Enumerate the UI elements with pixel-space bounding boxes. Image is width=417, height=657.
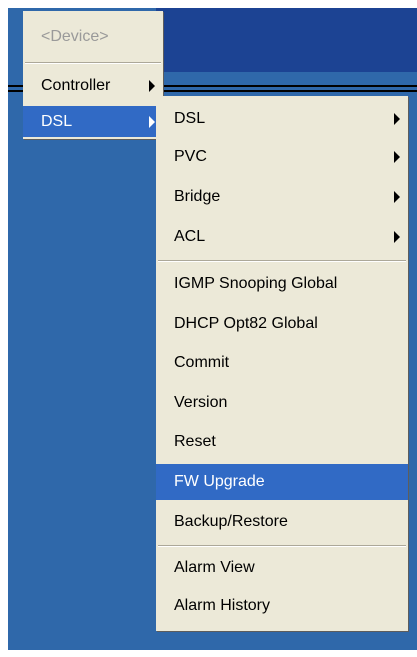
dsl-submenu-item-commit[interactable]: Commit xyxy=(156,345,408,381)
dsl-submenu-item-version[interactable]: Version xyxy=(156,385,408,421)
submenu-arrow-icon xyxy=(394,191,400,203)
menu-separator xyxy=(158,260,406,262)
dsl-submenu-item-dsl[interactable]: DSL xyxy=(156,101,408,137)
menu-item-label: <Device> xyxy=(41,28,109,45)
controller-menu-item[interactable]: Controller xyxy=(23,68,163,104)
menu-item-label: DSL xyxy=(41,112,73,130)
submenu-arrow-icon xyxy=(394,113,400,125)
submenu-arrow-icon xyxy=(149,80,155,92)
menu-item-label: Alarm View xyxy=(174,559,255,576)
dsl-submenu: DSL PVC Bridge ACL IGMP Snooping Global … xyxy=(156,96,408,631)
menu-item-label: IGMP Snooping Global xyxy=(174,275,338,292)
menu-item-label: Reset xyxy=(174,433,216,450)
submenu-arrow-icon xyxy=(149,115,155,128)
dsl-submenu-item-reset[interactable]: Reset xyxy=(156,424,408,460)
device-menu: <Device> Controller DSL xyxy=(23,11,163,139)
dsl-submenu-item-pvc[interactable]: PVC xyxy=(156,139,408,175)
menu-item-label: PVC xyxy=(174,148,207,165)
submenu-arrow-icon xyxy=(394,231,400,243)
menu-item-label: Commit xyxy=(174,354,230,371)
header-bar xyxy=(156,8,417,72)
screen: <Device> Controller DSL DSL PVC Bridge A… xyxy=(0,0,417,657)
dsl-submenu-item-fw-upgrade[interactable]: FW Upgrade xyxy=(156,464,408,500)
dsl-submenu-item-dhcp-opt82-global[interactable]: DHCP Opt82 Global xyxy=(156,306,408,342)
menu-separator xyxy=(158,545,406,547)
dsl-submenu-item-alarm-view[interactable]: Alarm View xyxy=(156,550,408,586)
menu-item-label: Alarm History xyxy=(174,597,271,614)
submenu-arrow-icon xyxy=(394,151,400,163)
dsl-submenu-item-bridge[interactable]: Bridge xyxy=(156,179,408,215)
dsl-submenu-item-alarm-history[interactable]: Alarm History xyxy=(156,588,408,624)
menu-item-label: ACL xyxy=(174,228,206,245)
menu-item-label: DSL xyxy=(174,110,206,127)
device-menu-item: <Device> xyxy=(23,17,163,57)
menu-item-label: DHCP Opt82 Global xyxy=(174,315,318,332)
menu-item-label: Version xyxy=(174,394,228,411)
menu-item-label: Bridge xyxy=(174,188,221,205)
dsl-submenu-item-igmp-snooping-global[interactable]: IGMP Snooping Global xyxy=(156,266,408,302)
menu-item-label: Controller xyxy=(41,77,111,94)
dsl-submenu-item-backup-restore[interactable]: Backup/Restore xyxy=(156,504,408,540)
menu-item-label: Backup/Restore xyxy=(174,513,288,530)
dsl-menu-item[interactable]: DSL xyxy=(23,106,163,137)
menu-item-label: FW Upgrade xyxy=(174,473,265,490)
menu-separator xyxy=(25,62,161,64)
dsl-submenu-item-acl[interactable]: ACL xyxy=(156,219,408,255)
